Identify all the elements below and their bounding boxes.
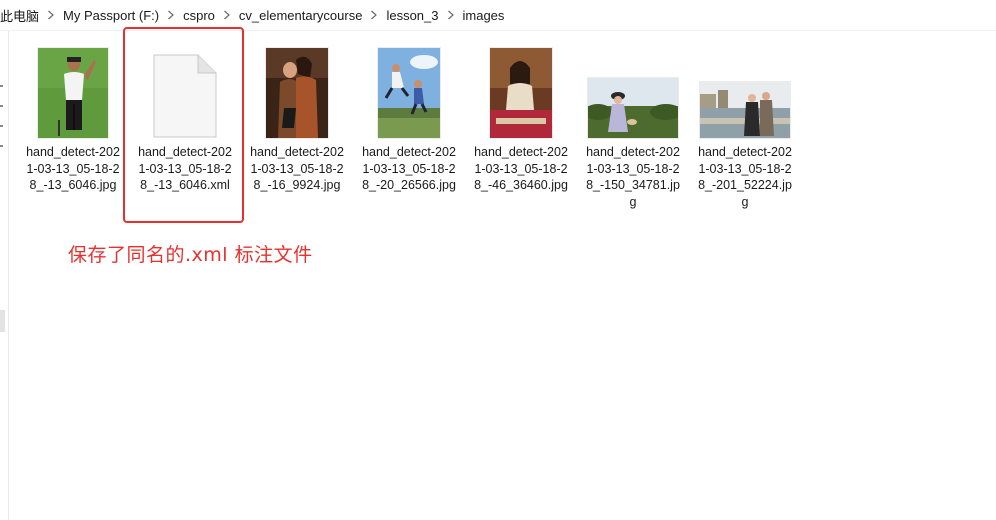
file-name: hand_detect-2021-03-13_05-18-28_-46_3646…	[474, 145, 568, 192]
breadcrumb-item-this-pc[interactable]: 此电脑	[0, 6, 41, 25]
annotation-text: 保存了同名的.xml 标注文件	[68, 244, 313, 266]
file-item[interactable]: hand_detect-2021-03-13_05-18-28_-16_9924…	[248, 44, 346, 194]
river-photo-thumbnail	[700, 82, 790, 138]
woman-photo-thumbnail	[490, 48, 552, 138]
file-item[interactable]: hand_detect-2021-03-13_05-18-28_-201_522…	[696, 44, 794, 210]
golfer-photo-thumbnail	[38, 48, 108, 138]
file-name: hand_detect-2021-03-13_05-18-28_-150_347…	[586, 145, 680, 209]
file-name: hand_detect-2021-03-13_05-18-28_-16_9924…	[250, 145, 344, 192]
breadcrumb-item-images[interactable]: images	[461, 8, 507, 23]
breadcrumb-item-drive[interactable]: My Passport (F:)	[61, 8, 161, 23]
jumping-photo-thumbnail	[378, 48, 440, 138]
file-item[interactable]: hand_detect-2021-03-13_05-18-28_-46_3646…	[472, 44, 570, 194]
file-name: hand_detect-2021-03-13_05-18-28_-201_522…	[698, 145, 792, 209]
file-name: hand_detect-2021-03-13_05-18-28_-20_2656…	[362, 145, 456, 192]
file-item[interactable]: hand_detect-2021-03-13_05-18-28_-13_6046…	[24, 44, 122, 194]
garden-photo-thumbnail	[588, 78, 678, 138]
file-name: hand_detect-2021-03-13_05-18-28_-13_6046…	[26, 145, 120, 192]
file-item[interactable]: hand_detect-2021-03-13_05-18-28_-20_2656…	[360, 44, 458, 194]
couple-photo-thumbnail	[266, 48, 328, 138]
breadcrumb-item-lesson[interactable]: lesson_3	[384, 8, 440, 23]
breadcrumb-item-course[interactable]: cv_elementarycourse	[237, 8, 365, 23]
nav-dot	[0, 85, 3, 87]
chevron-right-icon[interactable]	[364, 9, 384, 21]
chevron-right-icon[interactable]	[41, 9, 61, 21]
breadcrumb-item-cspro[interactable]: cspro	[181, 8, 217, 23]
file-item[interactable]: hand_detect-2021-03-13_05-18-28_-150_347…	[584, 44, 682, 210]
nav-dot	[0, 145, 3, 147]
pane-resize-handle[interactable]	[0, 310, 5, 332]
chevron-right-icon[interactable]	[441, 9, 461, 21]
nav-dot	[0, 125, 3, 127]
highlight-box	[123, 27, 244, 223]
chevron-right-icon[interactable]	[217, 9, 237, 21]
nav-dot	[0, 105, 3, 107]
chevron-right-icon[interactable]	[161, 9, 181, 21]
navigation-pane-edge[interactable]	[0, 31, 9, 520]
